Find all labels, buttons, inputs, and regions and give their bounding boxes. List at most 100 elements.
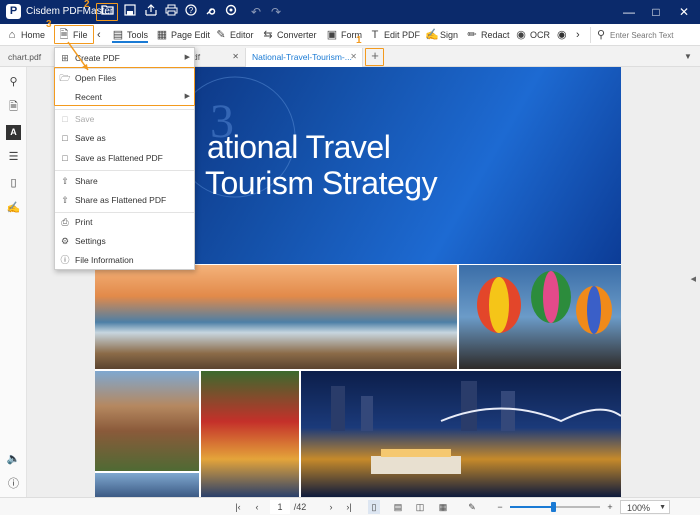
edit-icon: ✎ — [216, 29, 226, 41]
share-icon[interactable] — [143, 4, 159, 20]
tab-national-travel[interactable]: National-Travel-Tourism-... ✕ — [245, 48, 363, 67]
save-icon[interactable] — [122, 4, 138, 20]
zoom-dropdown[interactable]: 100% ▼ — [620, 500, 670, 514]
list-panel-icon[interactable]: ☰ — [6, 150, 21, 165]
tools-icon: ▤ — [112, 29, 124, 41]
sign-icon: ✍ — [425, 29, 439, 41]
chevron-down-icon: ▼ — [659, 504, 666, 511]
beach-photo — [95, 265, 457, 369]
ocr-tab[interactable]: ◉ OCR — [515, 27, 550, 43]
left-sidebar: ⚲ 🗎 A ☰ ▯ ✍ ▶ 🔈 ⓘ — [0, 67, 33, 497]
single-page-view-icon[interactable]: ▯ — [368, 500, 380, 514]
first-page-button[interactable]: |‹ — [232, 500, 244, 514]
redact-icon: ✏ — [467, 29, 477, 41]
search-input[interactable] — [610, 31, 690, 40]
home-icon: ⌂ — [8, 29, 16, 41]
undo-icon[interactable]: ↶ — [248, 4, 264, 20]
menu-save-as[interactable]: □ Save as — [55, 129, 194, 147]
wrench-icon[interactable] — [203, 4, 219, 20]
highlight-open-folder — [96, 3, 118, 21]
page-edit-tab[interactable]: ▦ Page Edit — [156, 27, 210, 43]
audio-icon[interactable]: 🔈 — [6, 452, 21, 467]
menu-settings[interactable]: ⚙ Settings — [55, 232, 194, 250]
submenu-arrow-icon: ▶ — [184, 54, 190, 61]
editor-tab[interactable]: ✎ Editor — [215, 27, 253, 43]
search-panel-icon[interactable]: ⚲ — [6, 75, 21, 90]
cover-title-line1: ational Travel — [207, 129, 391, 165]
zoom-slider[interactable] — [510, 502, 600, 512]
annotation-arrow — [67, 41, 89, 71]
menu-save-flattened[interactable]: □ Save as Flattened PDF — [55, 149, 194, 167]
save-icon: □ — [62, 114, 68, 124]
fit-page-icon[interactable]: ✎ — [466, 500, 478, 514]
tab-list-icon[interactable]: ▼ — [684, 48, 692, 67]
form-icon: ▣ — [326, 29, 338, 41]
grid-view-icon[interactable]: ▦ — [437, 500, 449, 514]
zoom-slider-fill — [510, 506, 554, 508]
share-flattened-icon: ⇧ — [61, 195, 69, 205]
text-icon: T — [371, 29, 379, 41]
print-icon[interactable] — [163, 4, 179, 20]
signature-icon[interactable]: ✍ — [6, 201, 21, 216]
right-collapse-arrow-icon[interactable]: ◀ — [691, 275, 696, 283]
last-page-button[interactable]: ›| — [343, 500, 355, 514]
canyon-photo — [95, 371, 199, 471]
next-page-button[interactable]: › — [326, 500, 336, 514]
convert-icon: ⇆ — [263, 29, 273, 41]
svg-text:?: ? — [189, 6, 194, 15]
app-logo: P — [6, 4, 21, 19]
settings-icon: ⚙ — [60, 236, 70, 246]
save-flattened-icon: □ — [62, 153, 68, 163]
close-tab-icon[interactable]: ✕ — [350, 48, 357, 66]
redact-tab[interactable]: ✏ Redact — [466, 27, 509, 43]
bookmark-icon[interactable]: ▯ — [6, 176, 21, 191]
eye-icon[interactable]: ◉ — [557, 27, 567, 43]
ocr-icon: ◉ — [516, 29, 526, 41]
tools-tab[interactable]: ▤ Tools — [112, 27, 149, 43]
minimize-button[interactable]: — — [615, 2, 643, 22]
grid-icon: ▦ — [156, 29, 168, 41]
zoom-out-button[interactable]: − — [494, 500, 506, 514]
info-icon: ⓘ — [60, 255, 70, 265]
menu-share[interactable]: ⇧ Share — [55, 172, 194, 190]
search-icon: ⚲ — [596, 29, 606, 41]
two-page-view-icon[interactable]: ◫ — [414, 500, 426, 514]
sign-tab[interactable]: ✍Sign — [425, 27, 458, 43]
cover-title-line2: Tourism Strategy — [205, 165, 438, 201]
home-button[interactable]: ⌂ Home — [6, 27, 45, 43]
annotation-number-2: 2 — [84, 0, 90, 10]
share-icon: ⇧ — [61, 176, 69, 186]
info-icon[interactable]: ⓘ — [6, 477, 21, 492]
skyline-photo — [95, 473, 199, 497]
settings-icon[interactable] — [223, 4, 239, 20]
city-night-photo — [301, 371, 621, 497]
edit-pdf-tab[interactable]: T Edit PDF — [369, 27, 420, 43]
zoom-in-button[interactable]: + — [604, 500, 616, 514]
text-panel-icon[interactable]: A — [6, 125, 21, 140]
search-box[interactable]: ⚲ — [590, 27, 695, 43]
continuous-view-icon[interactable]: ▤ — [392, 500, 404, 514]
annotation-number-1: 1 — [356, 35, 362, 46]
close-button[interactable]: ✕ — [670, 2, 698, 22]
menu-print[interactable]: ⎙ Print — [55, 213, 194, 231]
help-icon[interactable]: ? — [183, 4, 199, 20]
total-pages: /42 — [293, 502, 307, 512]
menu-save[interactable]: □ Save — [55, 110, 194, 128]
print-icon: ⎙ — [61, 217, 69, 227]
close-tab-icon[interactable]: ✕ — [232, 48, 239, 66]
menu-file-information[interactable]: ⓘ File Information — [55, 251, 194, 269]
maximize-button[interactable]: □ — [642, 2, 670, 22]
zoom-slider-handle[interactable] — [551, 502, 556, 512]
page-panel-icon[interactable]: 🗎 — [6, 100, 21, 115]
page-number-input[interactable]: 1 — [270, 500, 290, 514]
balloons-photo — [459, 265, 621, 369]
converter-tab[interactable]: ⇆ Converter — [262, 27, 316, 43]
prev-page-button[interactable]: ‹ — [252, 500, 262, 514]
menu-share-flattened[interactable]: ⇧ Share as Flattened PDF — [55, 191, 194, 209]
dancer-photo — [201, 371, 299, 497]
redo-icon[interactable]: ↷ — [268, 4, 284, 20]
scroll-right-icon[interactable]: › — [576, 27, 580, 43]
status-bar: |‹ ‹ 1 /42 › ›| ▯ ▤ ◫ ▦ ✎ − + 100% ▼ — [0, 497, 700, 515]
save-as-icon: □ — [62, 133, 68, 143]
annotation-number-3: 3 — [46, 19, 52, 30]
